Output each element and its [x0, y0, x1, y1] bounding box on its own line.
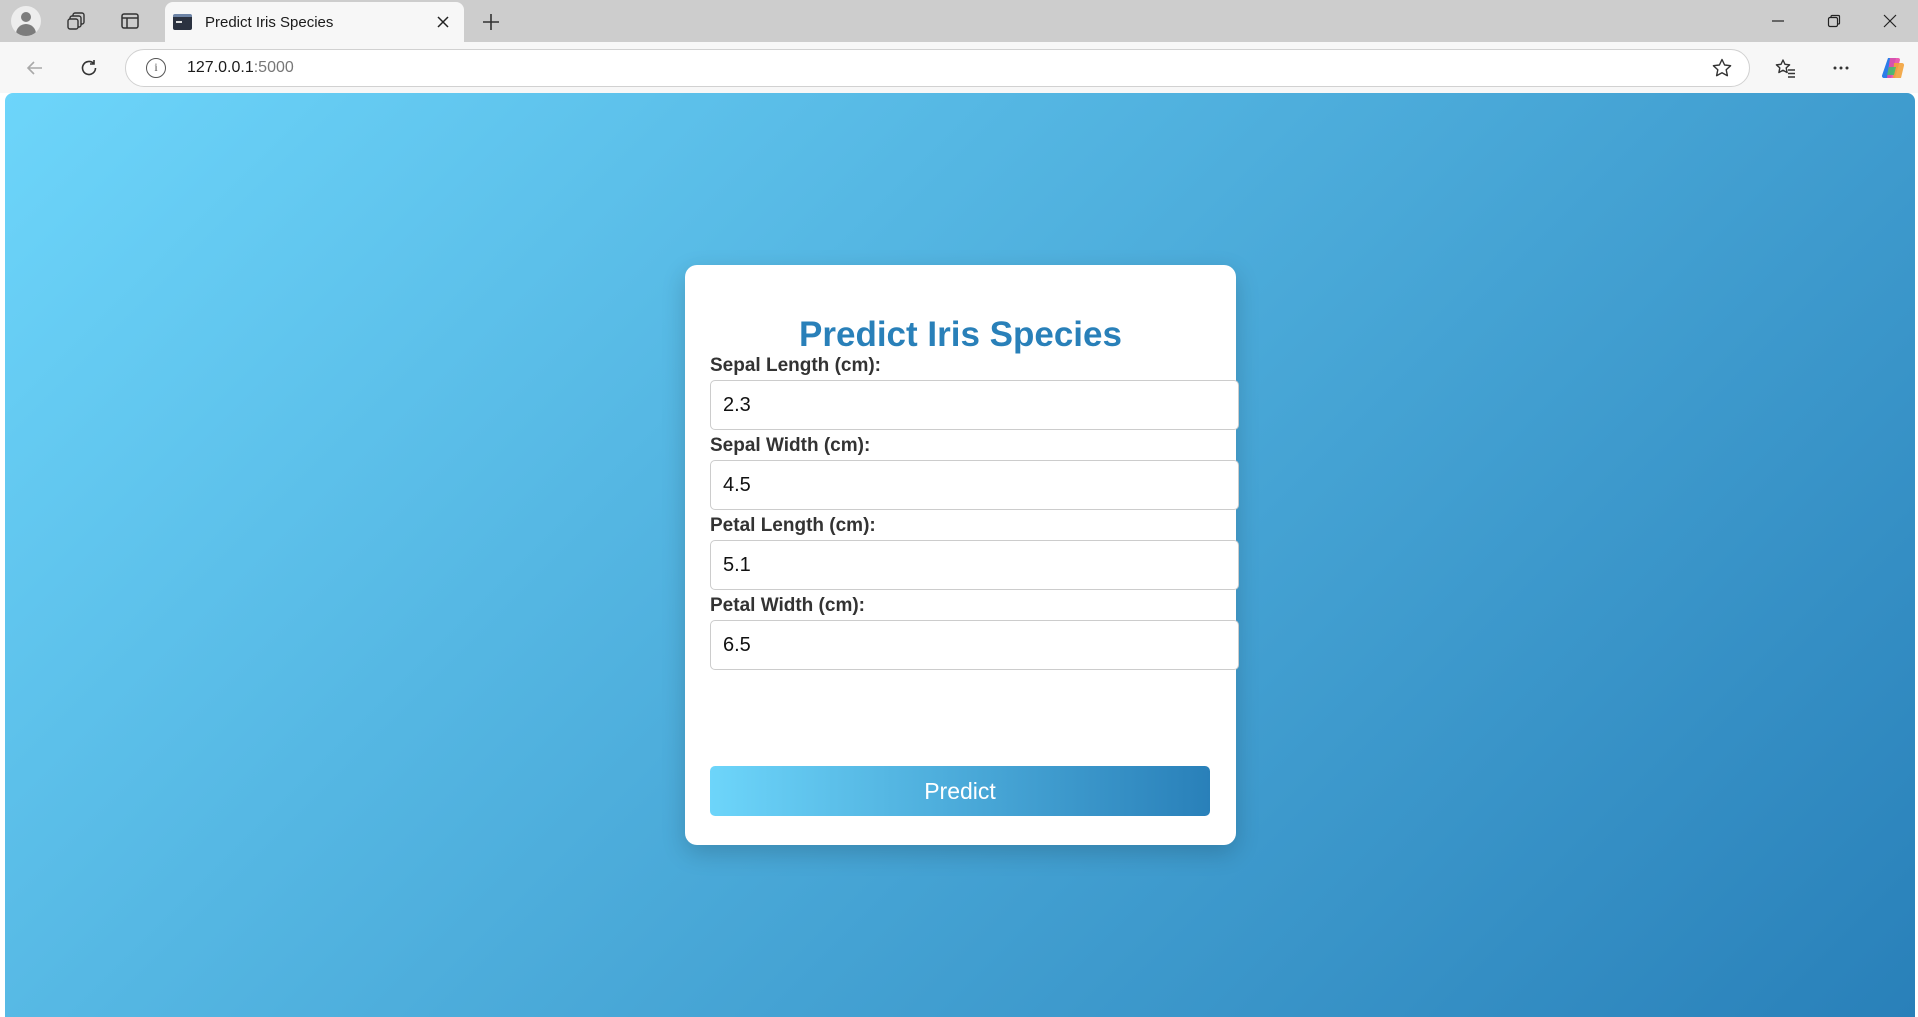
url-text: 127.0.0.1:5000 [187, 59, 294, 76]
star-icon [1712, 58, 1732, 77]
page-viewport: Predict Iris Species Sepal Length (cm): … [5, 93, 1915, 1017]
window-close-icon [1883, 14, 1897, 28]
favorites-button[interactable] [1768, 51, 1802, 85]
predict-button[interactable]: Predict [710, 766, 1210, 816]
favorites-icon [1775, 59, 1795, 78]
new-tab-button[interactable] [475, 6, 507, 38]
sepal-width-input[interactable] [710, 460, 1239, 510]
vertical-tabs-button[interactable] [114, 5, 146, 37]
page-title: Predict Iris Species [799, 315, 1122, 354]
close-icon [437, 16, 449, 28]
petal-length-label: Petal Length (cm): [710, 515, 876, 536]
profile-icon [11, 6, 41, 36]
petal-width-label: Petal Width (cm): [710, 595, 865, 616]
close-tab-button[interactable] [431, 10, 455, 34]
address-bar[interactable]: i 127.0.0.1:5000 [125, 49, 1750, 87]
active-tab[interactable]: Predict Iris Species [165, 2, 464, 42]
petal-length-input[interactable] [710, 540, 1239, 590]
restore-button[interactable] [1806, 0, 1862, 42]
prediction-form-card: Predict Iris Species Sepal Length (cm): … [685, 265, 1239, 845]
copilot-icon [1881, 58, 1905, 79]
vertical-tabs-icon [121, 13, 139, 29]
back-button[interactable] [18, 51, 52, 85]
profile-button[interactable] [10, 5, 42, 37]
more-button[interactable] [1824, 51, 1858, 85]
minimize-button[interactable] [1750, 0, 1806, 42]
workspaces-icon [67, 12, 85, 30]
refresh-icon [81, 60, 97, 76]
refresh-button[interactable] [72, 51, 106, 85]
sepal-width-label: Sepal Width (cm): [710, 435, 871, 456]
plus-icon [483, 14, 499, 30]
sepal-length-label: Sepal Length (cm): [710, 355, 882, 376]
browser-tab-strip: Predict Iris Species [0, 0, 1918, 42]
workspaces-button[interactable] [61, 5, 93, 37]
petal-width-input[interactable] [710, 620, 1239, 670]
tab-title: Predict Iris Species [205, 14, 334, 31]
terminal-favicon-icon [173, 14, 192, 30]
info-icon[interactable]: i [146, 58, 166, 78]
minimize-icon [1772, 20, 1784, 22]
window-close-button[interactable] [1862, 0, 1918, 42]
copilot-button[interactable] [1876, 51, 1910, 85]
sepal-length-input[interactable] [710, 380, 1239, 430]
back-arrow-icon [26, 61, 42, 75]
restore-icon [1827, 14, 1841, 28]
favorite-button[interactable] [1711, 57, 1733, 84]
more-icon [1833, 66, 1849, 70]
browser-toolbar: i 127.0.0.1:5000 [0, 42, 1918, 93]
